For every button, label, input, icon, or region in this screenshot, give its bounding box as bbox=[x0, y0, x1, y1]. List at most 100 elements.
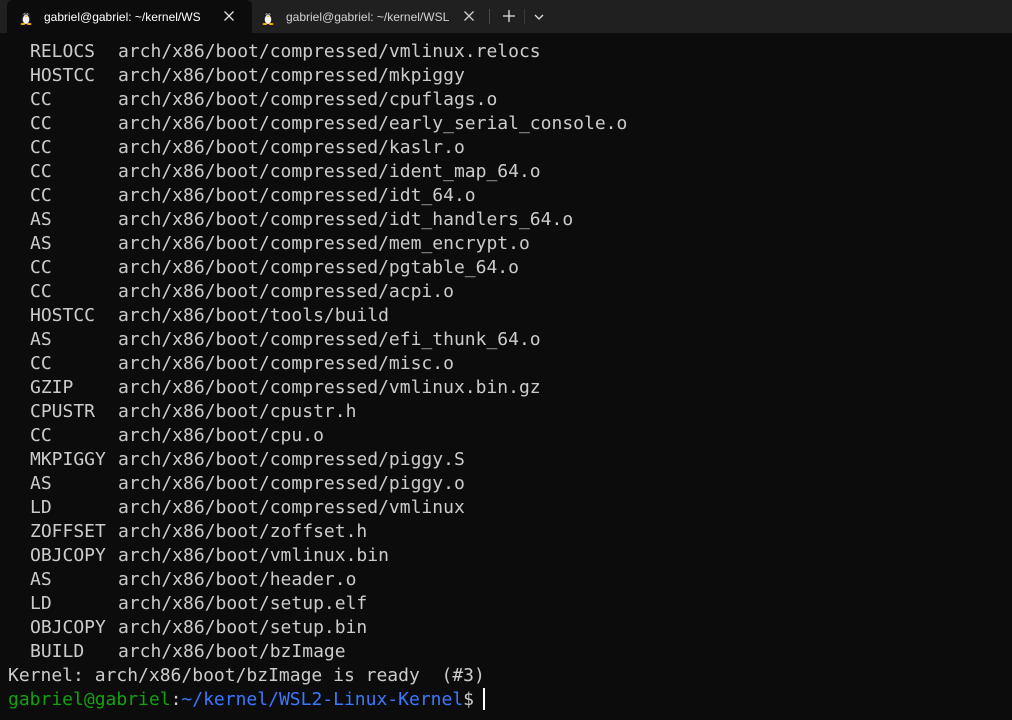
tab-divider bbox=[524, 9, 525, 24]
tab-title: gabriel@gabriel: ~/kernel/WSL bbox=[286, 9, 450, 24]
terminal-output[interactable]: RELOCS arch/x86/boot/compressed/vmlinux.r… bbox=[8, 40, 1012, 720]
log-line: AS arch/x86/boot/compressed/piggy.o bbox=[8, 472, 1012, 496]
log-tag: AS bbox=[30, 209, 52, 230]
tux-icon bbox=[20, 11, 32, 25]
log-path: arch/x86/boot/compressed/cpuflags.o bbox=[118, 89, 498, 110]
log-line: HOSTCC arch/x86/boot/tools/build bbox=[8, 304, 1012, 328]
command-prompt[interactable]: gabriel@gabriel:~/kernel/WSL2-Linux-Kern… bbox=[8, 688, 1012, 712]
log-tag: RELOCS bbox=[30, 41, 96, 62]
log-line: CC arch/x86/boot/compressed/cpuflags.o bbox=[8, 88, 1012, 112]
log-line: CC arch/x86/boot/compressed/idt_64.o bbox=[8, 184, 1012, 208]
log-tag: CC bbox=[30, 137, 52, 158]
log-path: arch/x86/boot/compressed/vmlinux.bin.gz bbox=[118, 377, 541, 398]
log-path: arch/x86/boot/compressed/idt_64.o bbox=[118, 185, 476, 206]
log-tag: CC bbox=[30, 113, 52, 134]
log-path: arch/x86/boot/tools/build bbox=[118, 305, 389, 326]
log-path: arch/x86/boot/zoffset.h bbox=[118, 521, 368, 542]
terminal-window: gabriel@gabriel: ~/kernel/WS gabriel@gab… bbox=[0, 0, 1012, 720]
tab-separator bbox=[489, 9, 490, 24]
prompt-user-host: gabriel@gabriel bbox=[8, 689, 171, 710]
log-path: arch/x86/boot/vmlinux.bin bbox=[118, 545, 389, 566]
log-path: arch/x86/boot/compressed/kaslr.o bbox=[118, 137, 465, 158]
log-path: arch/x86/boot/cpu.o bbox=[118, 425, 324, 446]
prompt-separator: : bbox=[170, 689, 182, 710]
close-icon[interactable] bbox=[222, 9, 236, 23]
log-line: BUILD arch/x86/boot/bzImage bbox=[8, 640, 1012, 664]
plus-icon bbox=[503, 10, 515, 22]
log-line: CC arch/x86/boot/compressed/kaslr.o bbox=[8, 136, 1012, 160]
log-path: arch/x86/boot/compressed/pgtable_64.o bbox=[118, 257, 519, 278]
close-icon[interactable] bbox=[462, 9, 476, 23]
log-line: HOSTCC arch/x86/boot/compressed/mkpiggy bbox=[8, 64, 1012, 88]
tab-bar: gabriel@gabriel: ~/kernel/WS gabriel@gab… bbox=[0, 0, 1012, 33]
prompt-cwd: ~/kernel/WSL2-Linux-Kernel bbox=[181, 689, 464, 710]
log-tag: AS bbox=[30, 569, 52, 590]
log-path: arch/x86/boot/setup.elf bbox=[118, 593, 368, 614]
log-tag: ZOFFSET bbox=[30, 521, 106, 542]
log-line: CC arch/x86/boot/compressed/misc.o bbox=[8, 352, 1012, 376]
log-line: AS arch/x86/boot/compressed/idt_handlers_… bbox=[8, 208, 1012, 232]
log-line: CC arch/x86/boot/cpu.o bbox=[8, 424, 1012, 448]
log-line: OBJCOPY arch/x86/boot/vmlinux.bin bbox=[8, 544, 1012, 568]
log-tag: CC bbox=[30, 161, 52, 182]
status-line: Kernel: arch/x86/boot/bzImage is ready (… bbox=[8, 665, 485, 686]
log-tag: AS bbox=[30, 473, 52, 494]
log-path: arch/x86/boot/compressed/efi_thunk_64.o bbox=[118, 329, 541, 350]
build-log: RELOCS arch/x86/boot/compressed/vmlinux.r… bbox=[8, 40, 1012, 664]
log-path: arch/x86/boot/compressed/vmlinux.relocs bbox=[118, 41, 541, 62]
log-line: AS arch/x86/boot/compressed/efi_thunk_64.… bbox=[8, 328, 1012, 352]
tux-icon bbox=[262, 11, 274, 25]
log-tag: HOSTCC bbox=[30, 65, 96, 86]
tab-inactive[interactable]: gabriel@gabriel: ~/kernel/WSL bbox=[252, 0, 490, 33]
log-line: MKPIGGY arch/x86/boot/compressed/piggy.S bbox=[8, 448, 1012, 472]
log-tag: CC bbox=[30, 425, 52, 446]
log-line: OBJCOPY arch/x86/boot/setup.bin bbox=[8, 616, 1012, 640]
log-line: LD arch/x86/boot/compressed/vmlinux bbox=[8, 496, 1012, 520]
log-path: arch/x86/boot/compressed/mem_encrypt.o bbox=[118, 233, 530, 254]
log-tag: CC bbox=[30, 353, 52, 374]
log-line: AS arch/x86/boot/compressed/mem_encrypt.o bbox=[8, 232, 1012, 256]
log-tag: AS bbox=[30, 233, 52, 254]
log-tag: LD bbox=[30, 497, 52, 518]
new-tab-button[interactable] bbox=[500, 7, 518, 25]
log-path: arch/x86/boot/compressed/early_serial_co… bbox=[118, 113, 628, 134]
log-path: arch/x86/boot/bzImage bbox=[118, 641, 346, 662]
log-line: CC arch/x86/boot/compressed/ident_map_64.… bbox=[8, 160, 1012, 184]
log-tag: HOSTCC bbox=[30, 305, 96, 326]
log-line: CC arch/x86/boot/compressed/acpi.o bbox=[8, 280, 1012, 304]
log-line: CC arch/x86/boot/compressed/pgtable_64.o bbox=[8, 256, 1012, 280]
log-path: arch/x86/boot/compressed/acpi.o bbox=[118, 281, 454, 302]
log-tag: OBJCOPY bbox=[30, 617, 106, 638]
log-line: GZIP arch/x86/boot/compressed/vmlinux.bin… bbox=[8, 376, 1012, 400]
log-tag: CC bbox=[30, 185, 52, 206]
log-path: arch/x86/boot/compressed/misc.o bbox=[118, 353, 454, 374]
prompt-symbol: $ bbox=[463, 689, 475, 710]
log-line: CC arch/x86/boot/compressed/early_serial_… bbox=[8, 112, 1012, 136]
log-tag: BUILD bbox=[30, 641, 85, 662]
log-tag: CC bbox=[30, 281, 52, 302]
log-tag: LD bbox=[30, 593, 52, 614]
log-path: arch/x86/boot/compressed/piggy.S bbox=[118, 449, 465, 470]
log-line: ZOFFSET arch/x86/boot/zoffset.h bbox=[8, 520, 1012, 544]
log-line: AS arch/x86/boot/header.o bbox=[8, 568, 1012, 592]
log-path: arch/x86/boot/cpustr.h bbox=[118, 401, 357, 422]
log-line: RELOCS arch/x86/boot/compressed/vmlinux.r… bbox=[8, 40, 1012, 64]
log-path: arch/x86/boot/compressed/ident_map_64.o bbox=[118, 161, 541, 182]
log-path: arch/x86/boot/compressed/vmlinux bbox=[118, 497, 465, 518]
tab-dropdown-button[interactable] bbox=[530, 8, 548, 26]
log-tag: AS bbox=[30, 329, 52, 350]
log-tag: GZIP bbox=[30, 377, 74, 398]
tab-active[interactable]: gabriel@gabriel: ~/kernel/WS bbox=[7, 0, 252, 33]
log-path: arch/x86/boot/setup.bin bbox=[118, 617, 368, 638]
log-tag: CC bbox=[30, 89, 52, 110]
log-line: LD arch/x86/boot/setup.elf bbox=[8, 592, 1012, 616]
log-path: arch/x86/boot/compressed/mkpiggy bbox=[118, 65, 465, 86]
log-line: CPUSTR arch/x86/boot/cpustr.h bbox=[8, 400, 1012, 424]
log-tag: CC bbox=[30, 257, 52, 278]
log-tag: MKPIGGY bbox=[30, 449, 106, 470]
tab-title: gabriel@gabriel: ~/kernel/WS bbox=[44, 9, 201, 24]
log-tag: CPUSTR bbox=[30, 401, 96, 422]
chevron-down-icon bbox=[534, 14, 544, 20]
log-path: arch/x86/boot/compressed/piggy.o bbox=[118, 473, 465, 494]
text-cursor bbox=[483, 688, 486, 710]
